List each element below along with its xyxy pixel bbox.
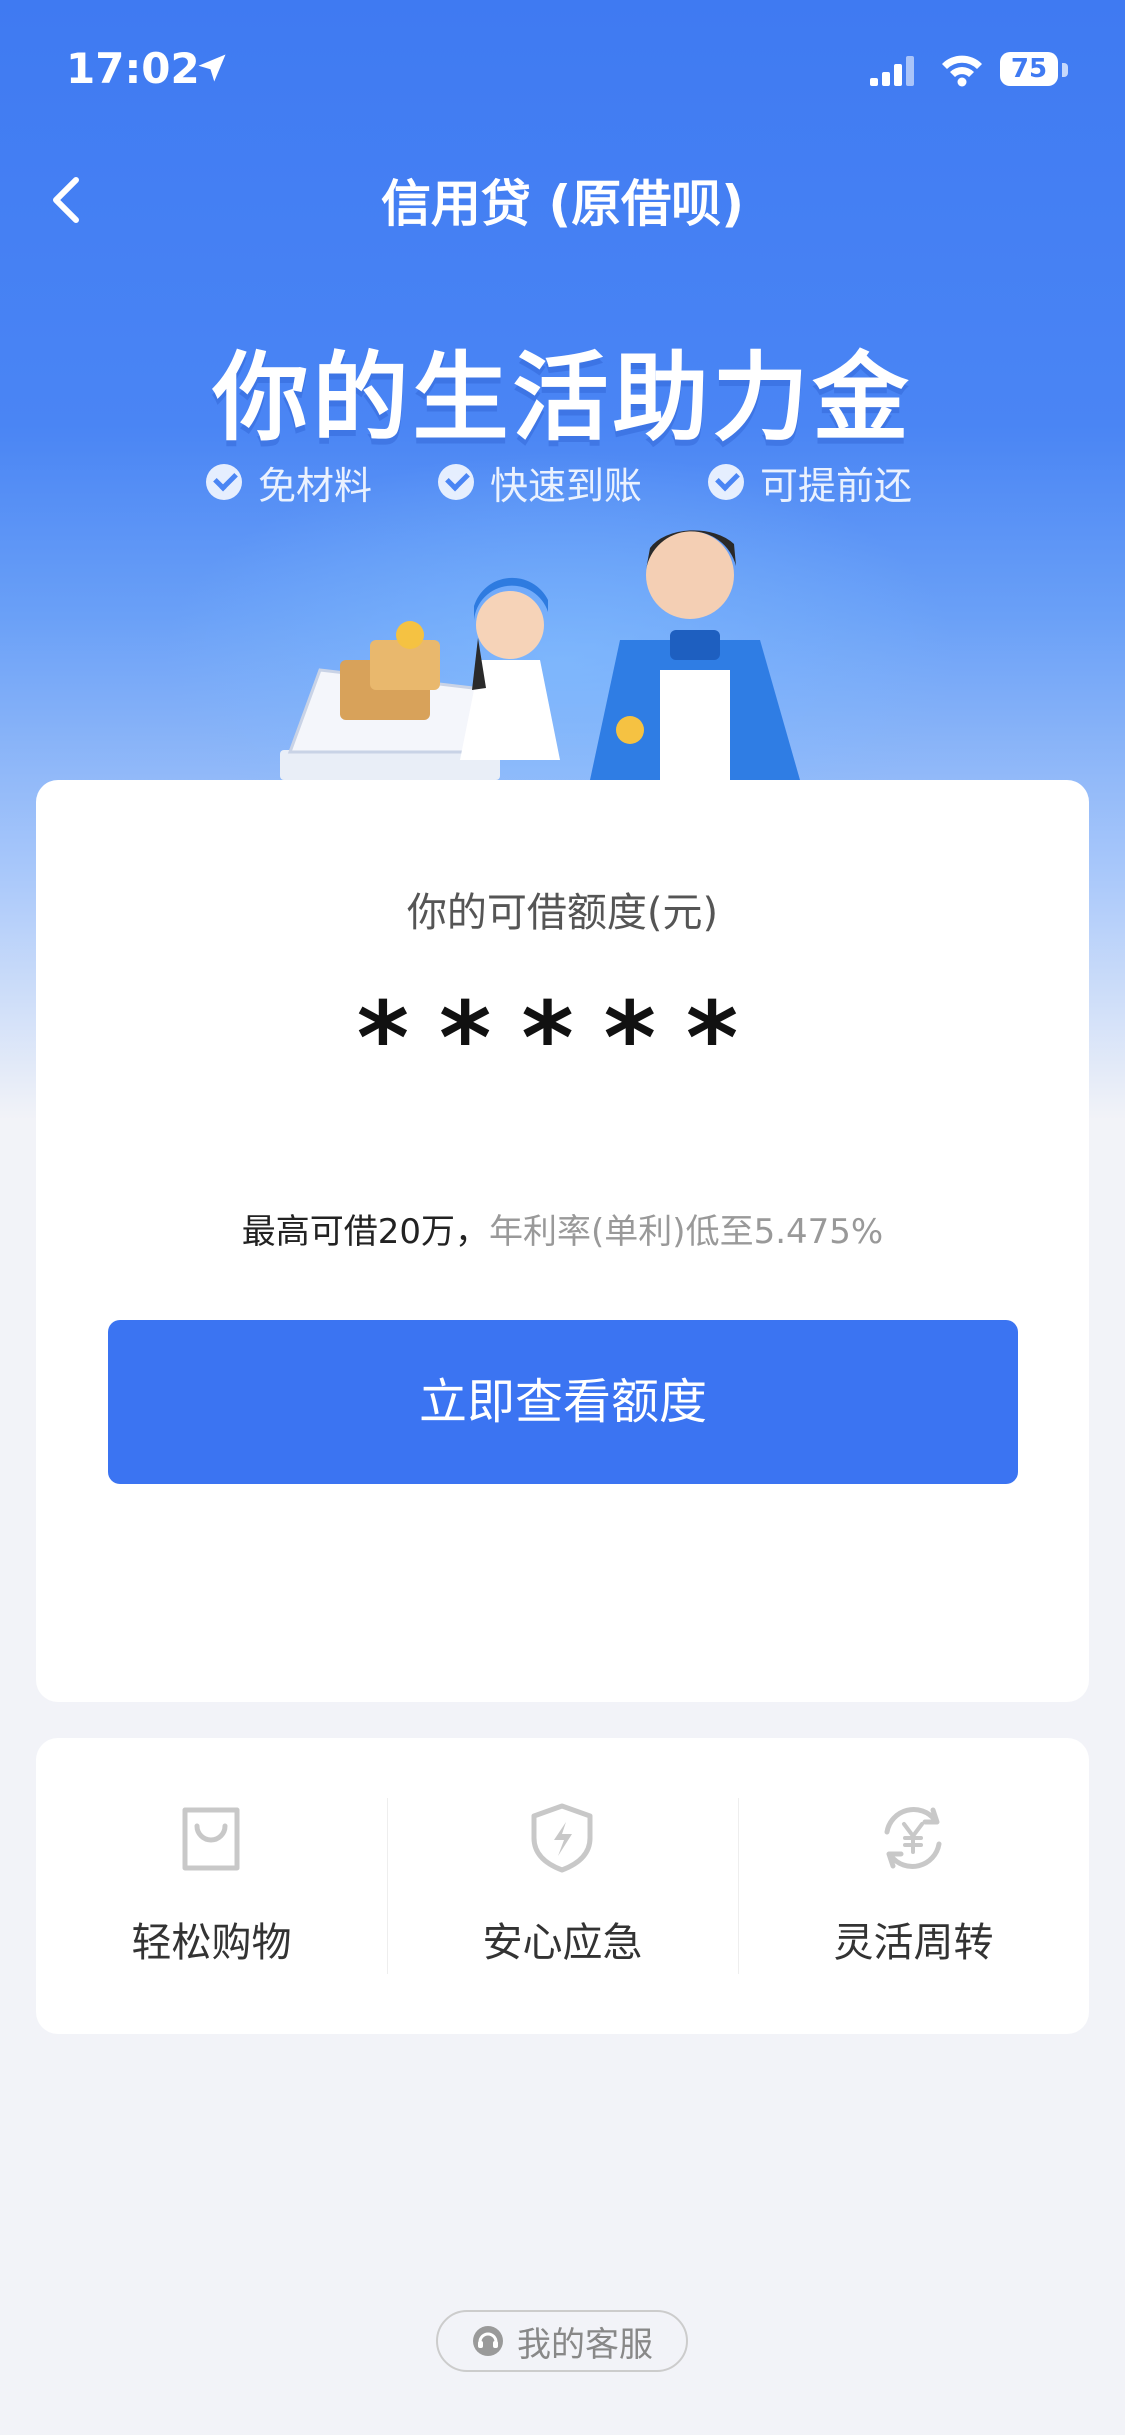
check-icon xyxy=(206,464,242,500)
location-arrow-icon xyxy=(198,54,226,82)
feature-label: 快速到账 xyxy=(490,463,643,508)
interest-rate-text: 年利率(单利)低至5.475% xyxy=(489,1212,884,1252)
page-title: 信用贷 (原借呗) xyxy=(380,175,745,233)
quota-label: 你的可借额度(元) xyxy=(406,890,719,936)
benefit-label: 灵活周转 xyxy=(833,1920,994,1966)
max-borrow-text: 最高可借20万， xyxy=(241,1212,490,1252)
check-icon xyxy=(708,464,744,500)
battery-cap xyxy=(1062,63,1068,77)
feature-label: 可提前还 xyxy=(760,463,913,508)
customer-service-label: 我的客服 xyxy=(517,2324,653,2365)
hero-illustration xyxy=(280,530,800,780)
benefit-emergency[interactable]: 安心应急 xyxy=(387,1738,738,2034)
shield-lightning-icon xyxy=(531,1803,593,1873)
view-quota-button[interactable]: 立即查看额度 xyxy=(108,1320,1018,1484)
wifi-icon xyxy=(942,55,982,87)
feature-item: 快速到账 xyxy=(438,452,642,512)
feature-item: 可提前还 xyxy=(708,452,912,512)
yuan-cycle-icon xyxy=(884,1807,942,1869)
battery-indicator: 75 xyxy=(1000,50,1070,90)
feature-list: 免材料 快速到账 可提前还 xyxy=(0,452,1125,512)
cellular-signal-icon xyxy=(870,56,914,86)
battery-level: 75 xyxy=(1010,54,1048,84)
benefit-label: 安心应急 xyxy=(482,1920,643,1966)
feature-item: 免材料 xyxy=(206,452,372,512)
status-time: 17:02 xyxy=(66,44,200,93)
quota-description: 最高可借20万，年利率(单利)低至5.475% xyxy=(36,1204,1089,1253)
headset-icon xyxy=(473,2326,503,2356)
feature-label: 免材料 xyxy=(258,463,373,508)
quota-amount-masked: ***** xyxy=(356,980,769,1097)
customer-service-button[interactable]: 我的客服 xyxy=(436,2310,688,2372)
benefits-card: 轻松购物 安心应急 灵活周转 xyxy=(36,1738,1089,2034)
status-bar: 17:02 75 xyxy=(0,0,1125,140)
check-icon xyxy=(438,464,474,500)
benefit-turnover[interactable]: 灵活周转 xyxy=(738,1738,1089,2034)
hero-title: 你的生活助力金 xyxy=(212,342,913,454)
shopping-bag-icon xyxy=(182,1807,240,1871)
quota-card: 你的可借额度(元) ***** 最高可借20万，年利率(单利)低至5.475% … xyxy=(36,780,1089,1702)
benefit-shopping[interactable]: 轻松购物 xyxy=(36,1738,387,2034)
benefit-label: 轻松购物 xyxy=(131,1920,292,1966)
